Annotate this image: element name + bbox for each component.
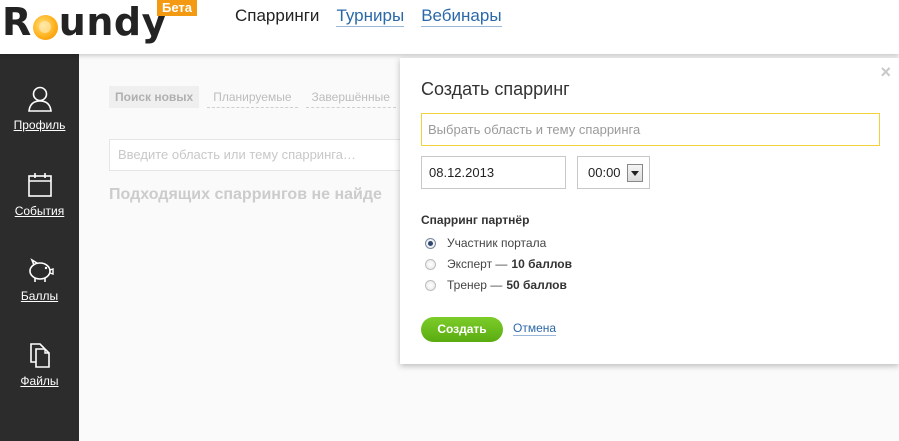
user-icon [27, 86, 52, 112]
partner-heading: Спарринг партнёр [421, 213, 530, 227]
nav-tournaments[interactable]: Турниры [336, 6, 405, 27]
partner-option-trainer[interactable]: Тренер — 50 баллов [425, 278, 567, 292]
logo-text-start: R [2, 0, 32, 44]
sidebar-item-label: Файлы [20, 374, 59, 388]
tab-search-new[interactable]: Поиск новых [109, 86, 200, 108]
option-cost: 10 баллов [511, 257, 572, 271]
sidebar-item-label: Профиль [13, 118, 66, 132]
sidebar-item-events[interactable]: События [0, 170, 79, 218]
create-button[interactable]: Создать [421, 317, 503, 342]
sidebar-item-profile[interactable]: Профиль [0, 84, 79, 132]
sidebar-item-label: Баллы [20, 289, 59, 303]
nav-webinars[interactable]: Вебинары [421, 6, 502, 27]
radio-button-selected[interactable] [425, 237, 436, 249]
sparring-tabs: Поиск новых Планируемые Завершённые [109, 86, 396, 108]
calendar-icon [27, 173, 52, 197]
header: Rundy Бета Спарринги Турниры Вебинары [0, 0, 899, 54]
sidebar-item-label: События [14, 204, 65, 218]
option-label: Эксперт — [447, 257, 508, 271]
option-label: Тренер — [447, 278, 503, 292]
chevron-down-icon[interactable] [627, 164, 643, 182]
logo[interactable]: Rundy [2, 0, 167, 44]
logo-orange-circle-icon [32, 14, 58, 40]
partner-option-expert[interactable]: Эксперт — 10 баллов [425, 257, 572, 271]
option-cost: 50 баллов [506, 278, 567, 292]
dialog-title: Создать спарринг [421, 79, 570, 99]
time-select[interactable]: 00:00 [577, 156, 650, 189]
date-input[interactable]: 08.12.2013 [421, 156, 566, 189]
empty-results-message: Подходящих спаррингов не найде [109, 186, 382, 203]
partner-option-portal-member[interactable]: Участник портала [425, 236, 546, 250]
option-label: Участник портала [447, 236, 547, 250]
sidebar-item-files[interactable]: Файлы [0, 340, 79, 388]
top-nav: Спарринги Турниры Вебинары [235, 6, 502, 27]
tab-planned[interactable]: Планируемые [207, 86, 298, 108]
piggy-bank-icon [28, 258, 54, 282]
beta-badge: Бета [157, 0, 197, 16]
close-icon[interactable]: × [880, 62, 891, 83]
create-sparring-dialog: × Создать спарринг Выбрать область и тем… [400, 58, 899, 364]
nav-sparrings[interactable]: Спарринги [235, 6, 319, 27]
tab-finished[interactable]: Завершённые [305, 86, 396, 108]
logo-text-end: undy [58, 0, 167, 44]
sidebar: Профиль События Баллы Файлы [0, 54, 79, 441]
topic-input[interactable]: Выбрать область и тему спарринга [421, 113, 880, 146]
files-icon [29, 343, 50, 368]
radio-button[interactable] [425, 279, 436, 291]
cancel-link[interactable]: Отмена [513, 321, 557, 336]
search-input[interactable]: Введите область или тему спарринга… [109, 139, 409, 171]
radio-button[interactable] [425, 258, 436, 270]
time-value: 00:00 [588, 165, 621, 180]
sidebar-item-points[interactable]: Баллы [0, 255, 79, 303]
